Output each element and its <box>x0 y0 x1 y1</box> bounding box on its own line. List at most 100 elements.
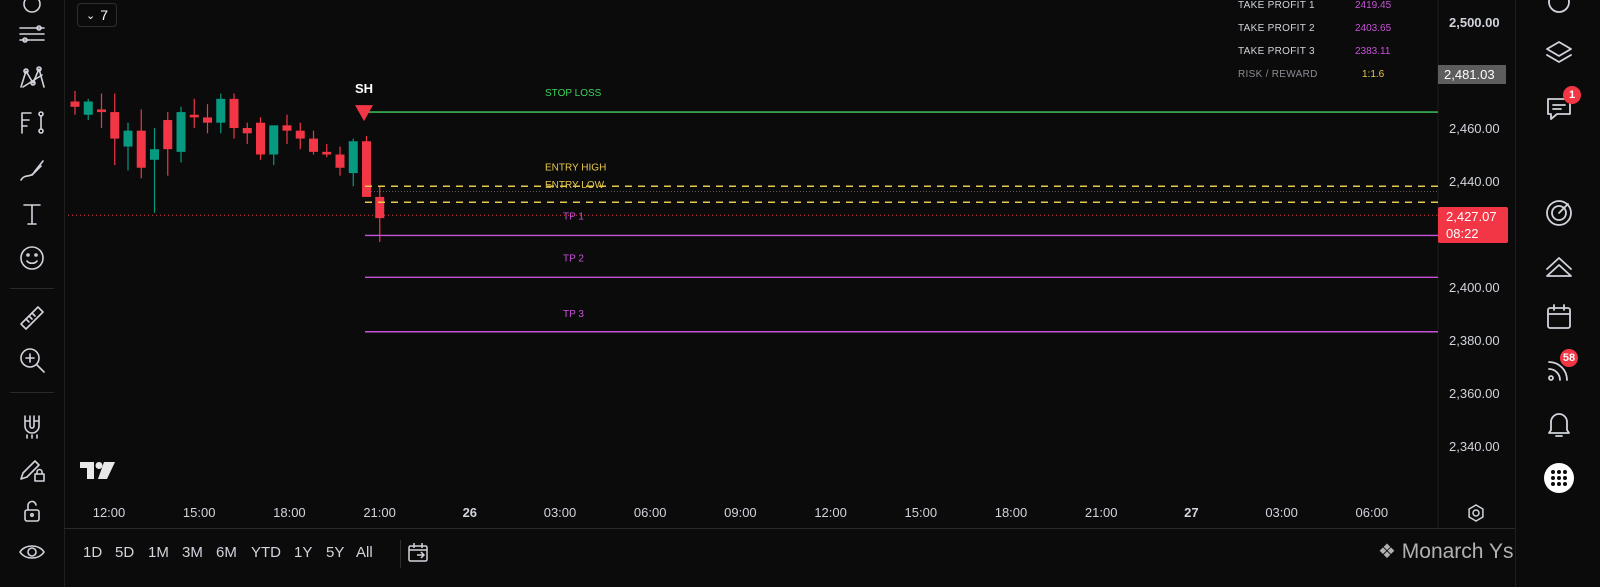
target-icon <box>1546 200 1572 226</box>
ideas-button[interactable] <box>1537 244 1581 288</box>
range-button-5d[interactable]: 5D <box>115 544 134 561</box>
range-button-ytd[interactable]: YTD <box>251 544 281 561</box>
zoom-in-button[interactable] <box>12 342 52 378</box>
trend-line-tools-button[interactable] <box>12 16 52 52</box>
candle-body <box>256 122 265 155</box>
magnet-mode-button[interactable] <box>12 408 52 444</box>
measure-tool-button[interactable] <box>12 300 52 336</box>
magnet-icon <box>24 415 40 439</box>
interval-label: 7 <box>100 7 108 23</box>
info-value: 1:1.6 <box>1362 69 1385 80</box>
tp2-label: TP 2 <box>563 253 584 264</box>
candle-body <box>123 130 133 147</box>
toolbar-divider <box>10 392 54 393</box>
icons-tool-button[interactable] <box>12 240 52 276</box>
layers-button[interactable] <box>1537 30 1581 74</box>
candle-body <box>322 151 332 155</box>
candle <box>229 93 239 139</box>
go-to-date-button[interactable] <box>400 540 435 568</box>
lock-drawings-button[interactable] <box>12 452 52 488</box>
range-button-6m[interactable]: 6M <box>216 544 237 561</box>
lock-all-button[interactable] <box>12 493 52 529</box>
candle <box>375 186 385 242</box>
time-tick-label: 18:00 <box>995 505 1028 520</box>
price-tick-label: 2,380.00 <box>1449 333 1500 348</box>
calendar-range-icon <box>408 543 428 562</box>
candle-body <box>269 125 279 155</box>
calendar-button[interactable] <box>1537 295 1581 339</box>
eye-icon <box>19 545 45 559</box>
bottom-range-bar: 1D 5D 1M 3M 6M YTD 1Y 5Y All <box>64 528 1515 587</box>
clock-icon <box>1548 0 1570 13</box>
time-tick-label: 18:00 <box>273 505 306 520</box>
candle <box>242 122 252 144</box>
left-drawing-toolbar <box>0 0 65 587</box>
candle <box>150 128 159 213</box>
pattern-tools-button[interactable] <box>12 60 52 96</box>
candle-body <box>229 98 239 128</box>
time-tick-label: 03:00 <box>1265 505 1298 520</box>
candle-body <box>282 125 292 131</box>
range-button-1d[interactable]: 1D <box>83 544 102 561</box>
candle-body <box>163 120 173 150</box>
range-button-5y[interactable]: 5Y <box>326 544 344 561</box>
unlock-icon <box>24 500 40 522</box>
apps-menu-button[interactable] <box>1537 456 1581 500</box>
candle-body <box>335 154 345 168</box>
tp3-label: TP 3 <box>563 309 584 320</box>
pencil-lock-icon <box>20 460 45 482</box>
interval-selector[interactable]: ⌄ 7 <box>77 3 117 27</box>
ideas-icon <box>1546 257 1572 277</box>
candle <box>189 98 199 128</box>
candle <box>256 117 265 160</box>
candle-body <box>309 138 318 152</box>
candle-body <box>83 101 93 115</box>
range-button-3m[interactable]: 3M <box>182 544 203 561</box>
price-tick-label: 2,340.00 <box>1449 439 1500 454</box>
range-button-1y[interactable]: 1Y <box>294 544 312 561</box>
candle-body <box>136 130 146 168</box>
right-widget-bar: 1 58 <box>1515 0 1600 587</box>
watermark: ❖ Monarch Ys <box>1378 539 1513 564</box>
pattern-icon <box>20 66 45 88</box>
candles-layer <box>64 90 1438 242</box>
price-tick-label: 2,440.00 <box>1449 174 1500 189</box>
swing-high-label: SH <box>355 81 373 96</box>
time-tick-label: 12:00 <box>814 505 847 520</box>
range-button-1m[interactable]: 1M <box>148 544 169 561</box>
watchlist-button[interactable] <box>1537 0 1581 28</box>
swing-high-triangle <box>355 105 373 122</box>
fib-tools-button[interactable] <box>12 104 52 140</box>
news-feed-button[interactable]: 58 <box>1537 348 1581 392</box>
time-axis: 12:00 15:00 18:00 21:00 26 03:00 06:00 09:00 12:… <box>93 505 1388 520</box>
current-price-value: 2,427.07 <box>1446 209 1497 224</box>
candle <box>309 130 318 155</box>
alerts-button[interactable] <box>1537 402 1581 446</box>
feed-badge: 58 <box>1560 349 1578 367</box>
price-tick-label: 2,460.00 <box>1449 121 1500 136</box>
chats-button[interactable]: 1 <box>1537 86 1581 130</box>
target-button[interactable] <box>1537 191 1581 235</box>
bell-icon <box>1548 413 1570 437</box>
brush-tools-button[interactable] <box>12 152 52 188</box>
text-tool-button[interactable] <box>12 196 52 232</box>
price-chart[interactable]: STOP LOSS ENTRY HIGH ENTRY LOW TP 1 TP 2 TP 3… <box>0 0 1600 587</box>
range-button-all[interactable]: All <box>356 544 373 561</box>
time-tick-label: 21:00 <box>1085 505 1118 520</box>
swing-high-marker: SH <box>355 81 373 122</box>
text-icon <box>23 204 41 225</box>
candle <box>269 125 279 166</box>
candle-body <box>362 141 371 197</box>
hide-drawings-button[interactable] <box>12 534 52 570</box>
candle-body <box>203 117 212 123</box>
candle <box>348 138 358 187</box>
chat-badge: 1 <box>1563 86 1581 104</box>
smiley-icon <box>20 246 44 270</box>
candle <box>70 90 80 115</box>
binance-diamond-icon: ❖ <box>1378 541 1396 563</box>
fib-icon <box>21 111 44 134</box>
candle <box>123 122 133 171</box>
ruler-icon <box>20 306 44 330</box>
chart-settings-button[interactable] <box>1465 502 1487 524</box>
candle-body <box>216 98 226 123</box>
